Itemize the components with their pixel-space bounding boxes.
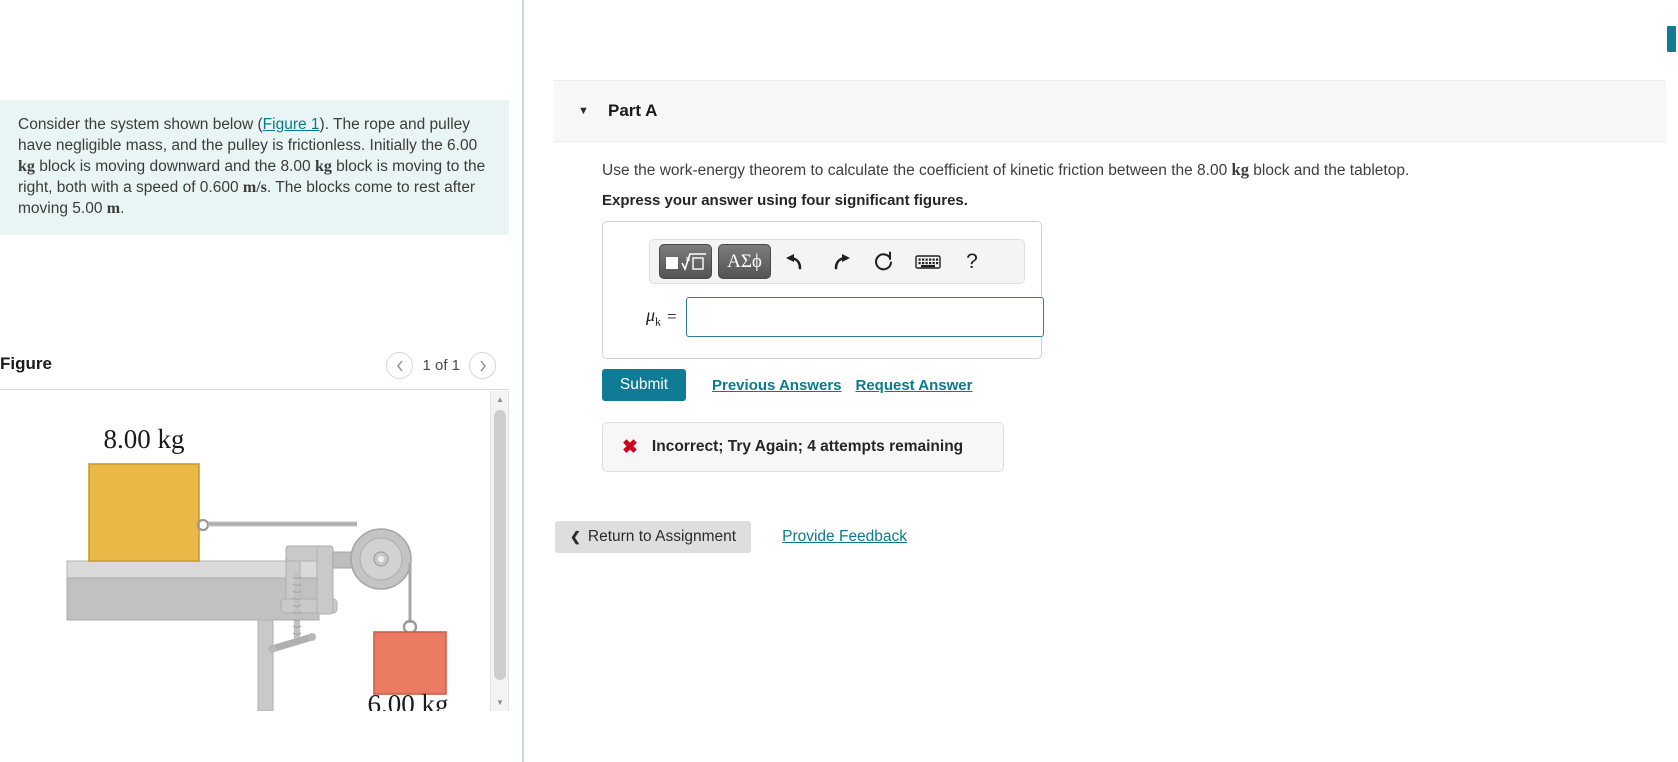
significant-figures-note: Express your answer using four significa… xyxy=(602,192,968,209)
unit-m-per-s: m/s xyxy=(242,179,267,196)
figure-1-link[interactable]: Figure 1 xyxy=(263,116,320,133)
left-panel: Consider the system shown below (Figure … xyxy=(0,0,522,762)
help-button[interactable]: ? xyxy=(953,244,991,279)
x-mark-icon: ✖ xyxy=(622,436,638,458)
figure-header: Figure 1 of 1 xyxy=(0,349,509,390)
physics-diagram: 8.00 kg 6.00 kg xyxy=(66,424,449,711)
keyboard-icon xyxy=(915,254,941,269)
answer-input[interactable] xyxy=(685,297,1044,337)
unit-kg-a: kg xyxy=(18,158,35,175)
part-a-title: Part A xyxy=(608,101,658,120)
figure-title: Figure xyxy=(0,354,52,373)
answer-row: μk = xyxy=(613,297,1044,337)
page-scrollbar-thumb[interactable] xyxy=(1667,26,1676,52)
question-mark-icon: ? xyxy=(966,249,978,273)
sqrt-template-icon: n xyxy=(665,252,706,271)
figure-label-8kg: 8.00 kg xyxy=(104,424,185,454)
figure-label-6kg: 6.00 kg xyxy=(368,689,449,711)
redo-button[interactable] xyxy=(821,244,859,279)
question-prompt: Use the work-energy theorem to calculate… xyxy=(602,159,1642,181)
figure-scrollbar[interactable]: ▲ ▼ xyxy=(490,391,508,711)
greek-symbols-button[interactable]: ΑΣϕ xyxy=(718,244,771,279)
mu-subscript: k xyxy=(655,314,661,329)
scroll-down-arrow-icon[interactable]: ▼ xyxy=(491,694,508,711)
figure-next-button[interactable] xyxy=(469,352,496,379)
problem-statement: Consider the system shown below (Figure … xyxy=(0,100,509,235)
undo-button[interactable] xyxy=(777,244,815,279)
question-unit-kg: kg xyxy=(1231,160,1249,179)
page-scrollbar[interactable] xyxy=(1666,0,1678,762)
question-text-2: block and the tabletop. xyxy=(1248,162,1410,179)
equals-sign: = xyxy=(667,307,677,326)
question-text-1: Use the work-energy theorem to calculate… xyxy=(602,162,1232,179)
submit-row: Submit Previous Answers Request Answer xyxy=(602,369,972,401)
unit-m: m xyxy=(106,200,121,217)
triangle-down-icon[interactable]: ▼ xyxy=(578,105,594,117)
reset-circle-icon xyxy=(875,251,892,270)
feedback-banner: ✖ Incorrect; Try Again; 4 attempts remai… xyxy=(602,422,1004,472)
chevron-left-icon: ❮ xyxy=(570,529,581,544)
bottom-action-row: ❮ Return to Assignment Provide Feedback xyxy=(555,521,907,553)
answer-entry-box: n ΑΣϕ ? μk = xyxy=(602,221,1044,359)
figure-panel: 8.00 kg 6.00 kg ▲ ▼ xyxy=(0,391,509,711)
redo-arrow-icon xyxy=(834,253,850,269)
figure-scrollbar-thumb[interactable] xyxy=(494,410,506,680)
part-a-header[interactable]: ▼ Part A xyxy=(554,80,1678,142)
problem-text-3: block is moving downward and the 8.00 xyxy=(34,158,315,175)
return-to-assignment-label: Return to Assignment xyxy=(587,528,737,545)
return-to-assignment-button[interactable]: ❮ Return to Assignment xyxy=(555,521,752,553)
mu-k-label: μk xyxy=(613,305,661,330)
provide-feedback-link[interactable]: Provide Feedback xyxy=(782,528,907,546)
feedback-message: Incorrect; Try Again; 4 attempts remaini… xyxy=(651,438,964,455)
previous-answers-link[interactable]: Previous Answers xyxy=(712,377,842,394)
math-toolbar: n ΑΣϕ ? xyxy=(649,239,1025,284)
keyboard-button[interactable] xyxy=(909,244,947,279)
scroll-up-arrow-icon[interactable]: ▲ xyxy=(491,391,508,408)
math-template-button[interactable]: n xyxy=(659,244,712,279)
unit-kg-b: kg xyxy=(314,158,332,175)
greek-symbols-label: ΑΣϕ xyxy=(727,250,762,272)
figure-pager: 1 of 1 xyxy=(386,352,496,379)
submit-button[interactable]: Submit xyxy=(602,369,686,401)
chevron-right-icon xyxy=(479,360,486,371)
chevron-left-icon xyxy=(397,360,403,371)
mu-symbol: μ xyxy=(645,304,655,325)
svg-text:n: n xyxy=(686,254,690,263)
reset-button[interactable] xyxy=(865,244,903,279)
page-root: Consider the system shown below (Figure … xyxy=(0,0,1678,762)
figure-prev-button[interactable] xyxy=(386,352,414,379)
request-answer-link[interactable]: Request Answer xyxy=(856,377,973,394)
problem-text-6: . xyxy=(120,200,125,217)
figure-page-label: 1 of 1 xyxy=(422,357,460,374)
undo-arrow-icon xyxy=(786,253,802,269)
problem-text-1: Consider the system shown below ( xyxy=(18,116,263,133)
right-panel: ▼ Part A Use the work-energy theorem to … xyxy=(524,0,1678,762)
